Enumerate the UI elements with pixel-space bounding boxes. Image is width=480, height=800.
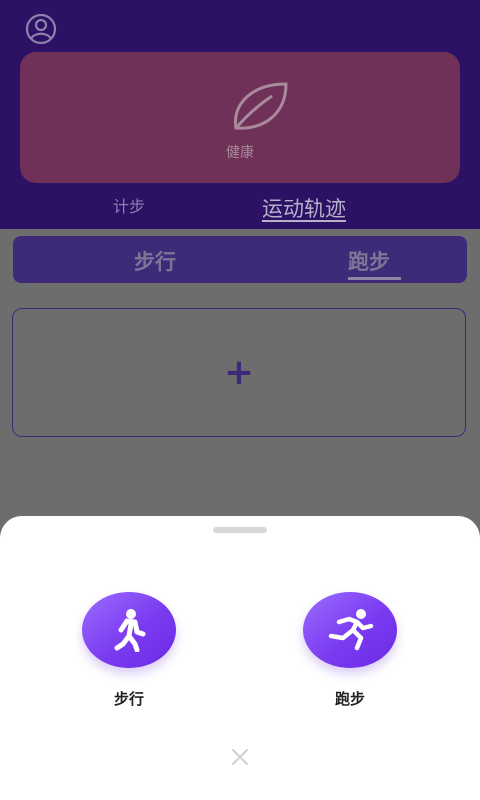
selected-tab-indicator [348, 277, 401, 280]
health-card[interactable]: 健康 [20, 52, 460, 183]
sheet-drag-handle[interactable] [213, 527, 267, 533]
running-option-label: 跑步 [334, 690, 365, 708]
add-record-button[interactable]: + [12, 308, 466, 437]
app-header: 健康 计步 运动轨迹 [0, 0, 480, 229]
leaf-icon [234, 82, 288, 130]
running-person-icon [328, 609, 374, 651]
walking-person-icon [114, 609, 146, 652]
user-avatar-button[interactable] [22, 12, 60, 46]
mode-tab-bar: 步行 跑步 [13, 236, 467, 283]
tab-walking[interactable]: 步行 [134, 246, 176, 276]
tab-exercise-track[interactable]: 运动轨迹 [262, 193, 346, 223]
running-option[interactable]: 跑步 [302, 592, 398, 709]
tab-step-count[interactable]: 计步 [113, 193, 145, 217]
select-mode-sheet: 步行 跑步 [0, 516, 480, 800]
running-option-button[interactable] [303, 592, 397, 668]
tab-running[interactable]: 跑步 [348, 246, 390, 276]
walking-option[interactable]: 步行 [81, 592, 177, 709]
walking-option-button[interactable] [82, 592, 176, 668]
user-icon [25, 14, 57, 44]
close-icon [232, 749, 248, 765]
close-sheet-button[interactable] [228, 745, 252, 769]
walking-option-label: 步行 [113, 690, 144, 708]
plus-icon: + [223, 352, 255, 393]
health-card-label: 健康 [226, 145, 254, 161]
